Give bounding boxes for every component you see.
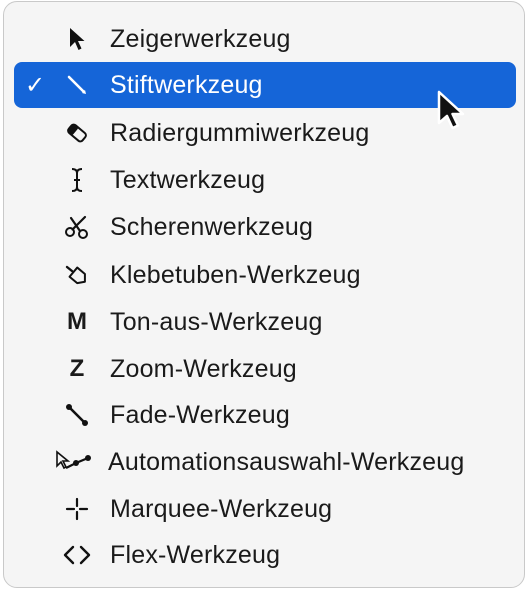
marquee-crosshair-icon	[60, 486, 94, 532]
mouse-cursor-icon	[436, 90, 470, 137]
menu-item-zoom-tool[interactable]: Z Zoom-Werkzeug	[14, 346, 516, 392]
automation-select-icon	[52, 439, 96, 485]
menu-item-label: Ton-aus-Werkzeug	[110, 308, 323, 336]
menu-item-glue-tool[interactable]: Klebetuben-Werkzeug	[14, 252, 516, 298]
menu-item-flex-tool[interactable]: Flex-Werkzeug	[14, 532, 516, 578]
menu-item-text-tool[interactable]: Textwerkzeug	[14, 157, 516, 203]
menu-item-fade-tool[interactable]: Fade-Werkzeug	[14, 392, 516, 438]
menu-item-label: Scherenwerkzeug	[110, 213, 314, 241]
menu-item-label: Textwerkzeug	[110, 166, 266, 194]
menu-item-label: Zoom-Werkzeug	[110, 355, 297, 383]
menu-item-label: Flex-Werkzeug	[110, 541, 281, 569]
menu-item-pointer-tool[interactable]: Zeigerwerkzeug	[14, 16, 516, 62]
menu-item-automation-select-tool[interactable]: Automationsauswahl-Werkzeug	[14, 439, 516, 485]
menu-item-scissors-tool[interactable]: Scherenwerkzeug	[14, 204, 516, 250]
eraser-icon	[60, 110, 94, 156]
glue-tube-icon	[60, 252, 94, 298]
checkmark-icon: ✓	[24, 71, 46, 99]
menu-item-mute-tool[interactable]: M Ton-aus-Werkzeug	[14, 299, 516, 345]
menu-item-label: Automationsauswahl-Werkzeug	[108, 448, 465, 476]
scissors-icon	[60, 204, 94, 250]
mute-icon: M	[67, 308, 87, 335]
menu-item-label: Zeigerwerkzeug	[110, 25, 291, 53]
menu-item-label: Klebetuben-Werkzeug	[110, 261, 361, 289]
pointer-arrow-icon	[60, 16, 94, 62]
menu-item-label: Stiftwerkzeug	[110, 71, 263, 99]
text-cursor-icon	[60, 157, 94, 203]
menu-item-label: Fade-Werkzeug	[110, 401, 290, 429]
menu-item-label: Marquee-Werkzeug	[110, 495, 333, 523]
flex-icon	[60, 532, 94, 578]
menu-item-marquee-tool[interactable]: Marquee-Werkzeug	[14, 486, 516, 532]
menu-item-label: Radiergummiwerkzeug	[110, 119, 370, 147]
zoom-icon: Z	[69, 355, 85, 382]
fade-icon	[60, 392, 94, 438]
pencil-icon	[60, 62, 94, 108]
